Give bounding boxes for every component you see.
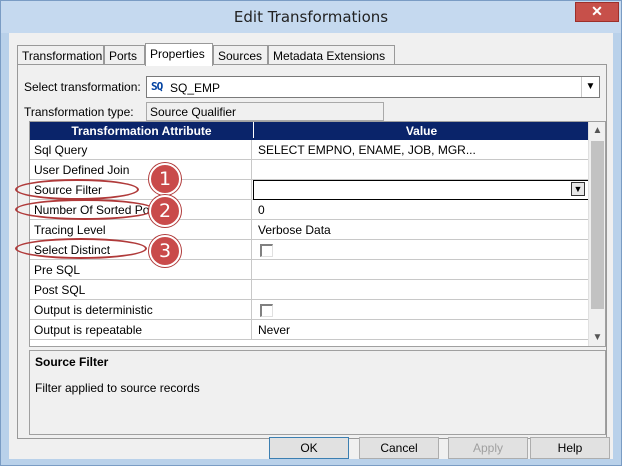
header-value: Value (253, 122, 589, 138)
grid-rows: Sql Query SELECT EMPNO, ENAME, JOB, MGR.… (30, 140, 589, 340)
select-distinct-checkbox[interactable] (260, 244, 273, 257)
attributes-grid: Transformation Attribute Value Sql Query… (29, 121, 606, 347)
dialog-client-area: Transformation Ports Properties Sources … (9, 33, 613, 459)
help-button[interactable]: Help (530, 437, 610, 459)
title-bar[interactable]: Edit Transformations ✕ (1, 1, 621, 33)
table-row[interactable]: User Defined Join (30, 160, 589, 180)
attr-tracing-level: Tracing Level (30, 220, 252, 240)
callout-badge-1: 1 (149, 163, 181, 195)
attr-number-of-sorted-ports: Number Of Sorted Ports (30, 200, 252, 220)
table-row[interactable]: Source Filter ▼ (30, 180, 589, 200)
source-filter-dropdown-icon[interactable]: ▼ (571, 182, 585, 196)
table-row[interactable]: Output is repeatable Never (30, 320, 589, 340)
value-user-defined-join[interactable] (253, 160, 589, 180)
value-output-repeatable[interactable]: Never (253, 320, 589, 340)
grid-header: Transformation Attribute Value (30, 122, 589, 140)
tab-properties[interactable]: Properties (145, 43, 213, 66)
transformation-type-field: Source Qualifier (146, 102, 384, 121)
chevron-down-icon[interactable]: ▼ (581, 77, 599, 97)
attr-user-defined-join: User Defined Join (30, 160, 252, 180)
table-row[interactable]: Output is deterministic (30, 300, 589, 320)
tab-metadata-extensions[interactable]: Metadata Extensions (268, 45, 395, 65)
select-transformation-label: Select transformation: (24, 80, 141, 94)
description-title: Source Filter (35, 355, 109, 369)
table-row[interactable]: Number Of Sorted Ports 0 (30, 200, 589, 220)
description-text: Filter applied to source records (35, 381, 200, 395)
value-post-sql[interactable] (253, 280, 589, 300)
ok-button[interactable]: OK (269, 437, 349, 459)
attr-output-repeatable: Output is repeatable (30, 320, 252, 340)
value-pre-sql[interactable] (253, 260, 589, 280)
table-row[interactable]: Sql Query SELECT EMPNO, ENAME, JOB, MGR.… (30, 140, 589, 160)
attr-select-distinct: Select Distinct (30, 240, 252, 260)
attr-post-sql: Post SQL (30, 280, 252, 300)
attr-sql-query: Sql Query (30, 140, 252, 160)
attribute-description-panel: Source Filter Filter applied to source r… (29, 350, 606, 435)
source-filter-input[interactable] (253, 180, 589, 200)
select-transformation-value: SQ_EMP (170, 81, 221, 95)
close-button[interactable]: ✕ (575, 2, 619, 22)
table-row[interactable]: Select Distinct (30, 240, 589, 260)
cancel-button[interactable]: Cancel (359, 437, 439, 459)
chevron-down-icon[interactable]: ▼ (589, 329, 606, 346)
tab-ports[interactable]: Ports (104, 45, 145, 65)
header-attribute: Transformation Attribute (71, 124, 212, 138)
chevron-up-icon[interactable]: ▲ (589, 122, 606, 139)
grid-scrollbar[interactable]: ▲ ▼ (588, 122, 605, 346)
tab-sources[interactable]: Sources (213, 45, 268, 65)
transformation-type-label: Transformation type: (24, 105, 134, 119)
value-sql-query[interactable]: SELECT EMPNO, ENAME, JOB, MGR... (253, 140, 589, 160)
scrollbar-thumb[interactable] (591, 141, 604, 309)
callout-badge-2: 2 (149, 195, 181, 227)
table-row[interactable]: Pre SQL (30, 260, 589, 280)
tab-transformation[interactable]: Transformation (17, 45, 104, 65)
source-qualifier-icon: SQ (151, 80, 163, 93)
attr-output-deterministic: Output is deterministic (30, 300, 252, 320)
callout-badge-3: 3 (149, 235, 181, 267)
table-row[interactable]: Tracing Level Verbose Data (30, 220, 589, 240)
window-title: Edit Transformations (233, 8, 389, 26)
attr-source-filter: Source Filter (30, 180, 252, 200)
table-row[interactable]: Post SQL (30, 280, 589, 300)
output-deterministic-checkbox[interactable] (260, 304, 273, 317)
apply-button[interactable]: Apply (448, 437, 528, 459)
properties-panel: Select transformation: SQ SQ_EMP ▼ Trans… (17, 64, 607, 439)
value-tracing-level[interactable]: Verbose Data (253, 220, 589, 240)
select-transformation-combo[interactable]: SQ SQ_EMP ▼ (146, 76, 600, 98)
value-number-of-sorted-ports[interactable]: 0 (253, 200, 589, 220)
edit-transformations-dialog: Edit Transformations ✕ Transformation Po… (0, 0, 622, 466)
attr-pre-sql: Pre SQL (30, 260, 252, 280)
